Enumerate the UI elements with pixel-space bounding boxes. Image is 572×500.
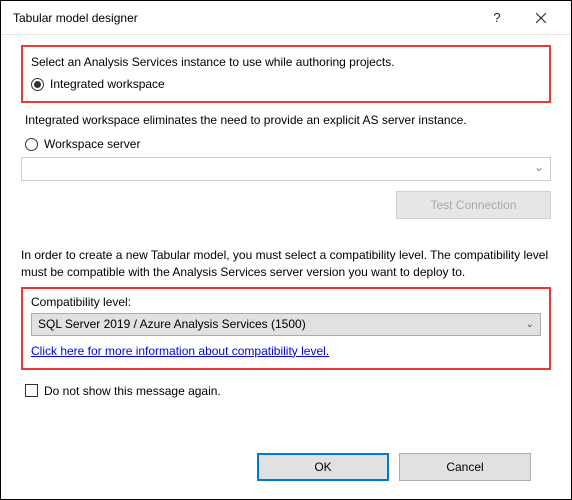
instruction-text: Select an Analysis Services instance to …: [31, 55, 541, 69]
compatibility-highlight: Compatibility level: SQL Server 2019 / A…: [21, 287, 551, 370]
compatibility-description: In order to create a new Tabular model, …: [21, 247, 551, 281]
checkbox-icon: [25, 384, 38, 397]
close-button[interactable]: [519, 3, 563, 33]
chevron-down-icon: ⌄: [526, 319, 534, 330]
dialog-content: Select an Analysis Services instance to …: [1, 35, 571, 499]
radio-label: Integrated workspace: [50, 77, 165, 91]
cancel-button[interactable]: Cancel: [399, 453, 531, 481]
window-title: Tabular model designer: [13, 11, 475, 25]
radio-label: Workspace server: [44, 137, 140, 151]
test-connection-row: Test Connection: [21, 191, 551, 219]
dropdown-selected: SQL Server 2019 / Azure Analysis Service…: [38, 317, 306, 331]
dialog-footer: OK Cancel: [21, 439, 551, 499]
close-icon: [536, 13, 546, 23]
radio-workspace-server[interactable]: Workspace server: [25, 137, 551, 151]
compatibility-label: Compatibility level:: [31, 295, 541, 309]
workspace-highlight: Select an Analysis Services instance to …: [21, 45, 551, 103]
ok-button[interactable]: OK: [257, 453, 389, 481]
radio-icon: [25, 138, 38, 151]
do-not-show-checkbox[interactable]: Do not show this message again.: [25, 384, 551, 398]
test-connection-button: Test Connection: [396, 191, 551, 219]
compatibility-dropdown[interactable]: SQL Server 2019 / Azure Analysis Service…: [31, 313, 541, 336]
radio-icon: [31, 78, 44, 91]
checkbox-label: Do not show this message again.: [44, 384, 221, 398]
integrated-description: Integrated workspace eliminates the need…: [25, 113, 551, 127]
radio-integrated-workspace[interactable]: Integrated workspace: [31, 77, 541, 91]
dialog-window: Tabular model designer ? Select an Analy…: [0, 0, 572, 500]
compatibility-info-link[interactable]: Click here for more information about co…: [31, 344, 329, 358]
help-button[interactable]: ?: [475, 3, 519, 33]
workspace-server-input[interactable]: [21, 157, 551, 181]
titlebar: Tabular model designer ?: [1, 1, 571, 35]
